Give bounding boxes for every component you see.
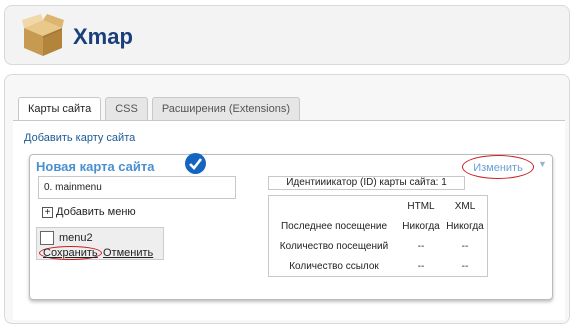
cancel-button[interactable]: Отменить bbox=[103, 247, 153, 259]
menu-option-checkbox[interactable] bbox=[40, 231, 54, 245]
stats-row-label: Количество ссылок bbox=[289, 260, 379, 272]
add-menu-button[interactable]: + Добавить меню bbox=[42, 206, 136, 218]
main-panel: Карты сайта CSS Расширения (Extensions) … bbox=[4, 74, 570, 324]
app-header: Xmap bbox=[4, 5, 570, 65]
tab-sitemaps[interactable]: Карты сайта bbox=[18, 97, 102, 121]
stats-table: HTML XML Последнее посещение Никогда Ник… bbox=[268, 195, 488, 277]
stats-xml-value: Никогда bbox=[446, 220, 484, 232]
tab-bar: Карты сайта CSS Расширения (Extensions) bbox=[18, 97, 304, 121]
menu-option-label: menu2 bbox=[59, 232, 93, 244]
stats-col-xml: XML bbox=[454, 200, 476, 212]
stats-row-label: Последнее посещение bbox=[280, 220, 388, 232]
stats-header-row: HTML XML bbox=[269, 196, 487, 216]
save-button[interactable]: Сохранить bbox=[39, 246, 102, 260]
stats-corner bbox=[269, 196, 399, 216]
tab-extensions[interactable]: Расширения (Extensions) bbox=[151, 97, 300, 120]
sitemap-id-label: Идентииикатор (ID) карты сайта: 1 bbox=[268, 176, 465, 190]
checkmark-circle-icon bbox=[185, 153, 206, 174]
table-row: Последнее посещение Никогда Никогда bbox=[269, 216, 487, 236]
tab-panel-sitemaps: Добавить карту сайта Новая карта сайта И… bbox=[13, 120, 565, 320]
triangle-down-icon[interactable]: ▼ bbox=[538, 159, 547, 169]
stats-xml-value: -- bbox=[461, 260, 469, 272]
sitemap-card: Новая карта сайта Изменить ▼ 0. mainmenu… bbox=[29, 153, 553, 300]
add-sitemap-link[interactable]: Добавить карту сайта bbox=[24, 132, 135, 144]
stats-html-value: -- bbox=[417, 260, 425, 272]
stats-html-value: Никогда bbox=[402, 220, 440, 232]
stats-html-value: -- bbox=[417, 240, 425, 252]
stats-xml-value: -- bbox=[461, 240, 469, 252]
plus-icon: + bbox=[42, 206, 53, 218]
sitemap-title[interactable]: Новая карта сайта bbox=[36, 159, 155, 174]
add-menu-label: Добавить меню bbox=[56, 206, 136, 218]
stats-col-html: HTML bbox=[407, 200, 435, 212]
tab-css[interactable]: CSS bbox=[105, 97, 148, 120]
menu-entry[interactable]: 0. mainmenu bbox=[38, 176, 236, 199]
table-row: Количество посещений -- -- bbox=[269, 236, 487, 256]
table-row: Количество ссылок -- -- bbox=[269, 256, 487, 276]
app-title: Xmap bbox=[73, 24, 133, 49]
add-menu-panel: menu2 Сохранить Отменить bbox=[36, 227, 164, 260]
stats-row-label: Количество посещений bbox=[279, 240, 389, 252]
edit-button[interactable]: Изменить bbox=[462, 155, 534, 179]
cardboard-box-icon bbox=[22, 14, 64, 58]
